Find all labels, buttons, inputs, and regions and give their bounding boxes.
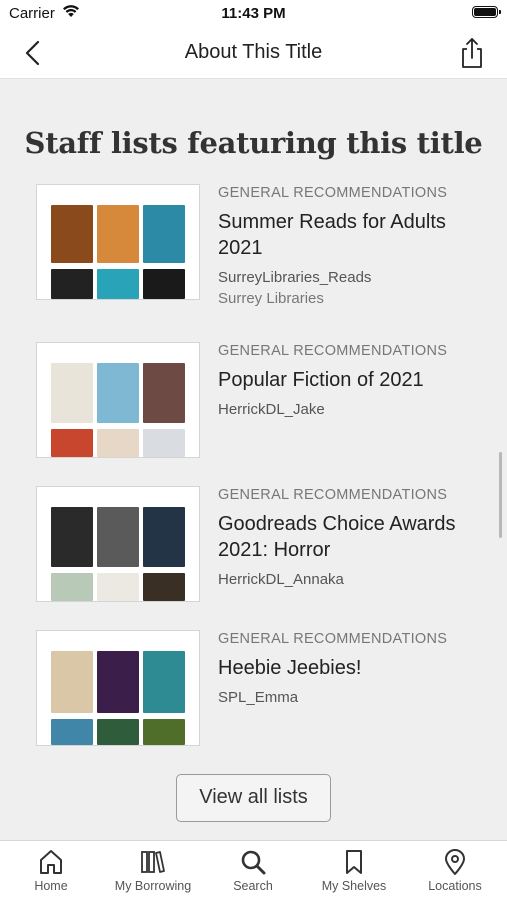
tab-bar: Home My Borrowing Search My Shelves Loca… [0, 840, 507, 901]
list-cover-collage [36, 486, 200, 602]
book-cover [143, 429, 185, 457]
battery-icon [472, 6, 501, 18]
list-title[interactable]: Summer Reads for Adults 2021 [218, 209, 488, 261]
book-cover [51, 507, 93, 567]
list-category: GENERAL RECOMMENDATIONS [218, 343, 448, 359]
bookmark-icon [346, 850, 362, 874]
navigation-bar: About This Title [0, 28, 507, 79]
book-cover [143, 205, 185, 263]
list-author: SPL_Emma [218, 689, 299, 706]
list-item[interactable]: GENERAL RECOMMENDATIONS Goodreads Choice… [36, 486, 496, 602]
list-cover-collage [36, 342, 200, 458]
book-cover [51, 719, 93, 745]
book-cover [143, 719, 185, 745]
section-heading: Staff lists featuring this title [24, 126, 483, 160]
book-cover [97, 719, 139, 745]
books-icon [141, 851, 165, 873]
share-icon[interactable] [457, 36, 487, 70]
clock: 11:43 PM [221, 5, 286, 22]
book-cover [143, 507, 185, 567]
view-all-lists-button[interactable]: View all lists [176, 774, 331, 822]
tab-label: My Borrowing [114, 879, 192, 893]
list-category: GENERAL RECOMMENDATIONS [218, 185, 448, 201]
tab-label: Search [233, 879, 273, 893]
list-cover-collage [36, 630, 200, 746]
map-pin-icon [445, 849, 465, 875]
tab-locations[interactable]: Locations [420, 841, 490, 901]
tab-home[interactable]: Home [18, 841, 84, 901]
list-library: Surrey Libraries [218, 290, 324, 307]
tab-search[interactable]: Search [222, 841, 284, 901]
list-title[interactable]: Popular Fiction of 2021 [218, 367, 488, 393]
tab-my-shelves[interactable]: My Shelves [312, 841, 396, 901]
book-cover [143, 573, 185, 601]
list-author: SurreyLibraries_Reads [218, 269, 372, 286]
book-cover [51, 573, 93, 601]
list-item[interactable]: GENERAL RECOMMENDATIONS Popular Fiction … [36, 342, 496, 458]
book-cover [143, 269, 185, 299]
book-cover [143, 651, 185, 713]
book-cover [51, 205, 93, 263]
list-title[interactable]: Goodreads Choice Awards 2021: Horror [218, 511, 488, 563]
book-cover [97, 429, 139, 457]
page-title: About This Title [184, 41, 323, 63]
tab-my-borrowing[interactable]: My Borrowing [106, 841, 200, 901]
book-cover [51, 363, 93, 423]
book-cover [51, 651, 93, 713]
search-icon [241, 850, 266, 875]
list-item[interactable]: GENERAL RECOMMENDATIONS Heebie Jeebies! … [36, 630, 496, 746]
scrollbar[interactable] [499, 452, 502, 538]
book-cover [97, 507, 139, 567]
book-cover [51, 429, 93, 457]
book-cover [97, 573, 139, 601]
book-cover [97, 363, 139, 423]
list-item[interactable]: GENERAL RECOMMENDATIONS Summer Reads for… [36, 184, 496, 307]
list-category: GENERAL RECOMMENDATIONS [218, 631, 448, 647]
book-cover [143, 363, 185, 423]
list-author: HerrickDL_Jake [218, 401, 325, 418]
list-title[interactable]: Heebie Jeebies! [218, 655, 488, 681]
tab-label: Home [34, 879, 68, 893]
tab-label: My Shelves [321, 879, 387, 893]
home-icon [40, 850, 62, 874]
book-cover [51, 269, 93, 299]
book-cover [97, 269, 139, 299]
list-category: GENERAL RECOMMENDATIONS [218, 487, 448, 503]
book-cover [97, 205, 139, 263]
book-cover [97, 651, 139, 713]
tab-label: Locations [428, 879, 482, 893]
list-cover-collage [36, 184, 200, 300]
list-author: HerrickDL_Annaka [218, 571, 344, 588]
status-bar: Carrier 11:43 PM [0, 0, 507, 28]
